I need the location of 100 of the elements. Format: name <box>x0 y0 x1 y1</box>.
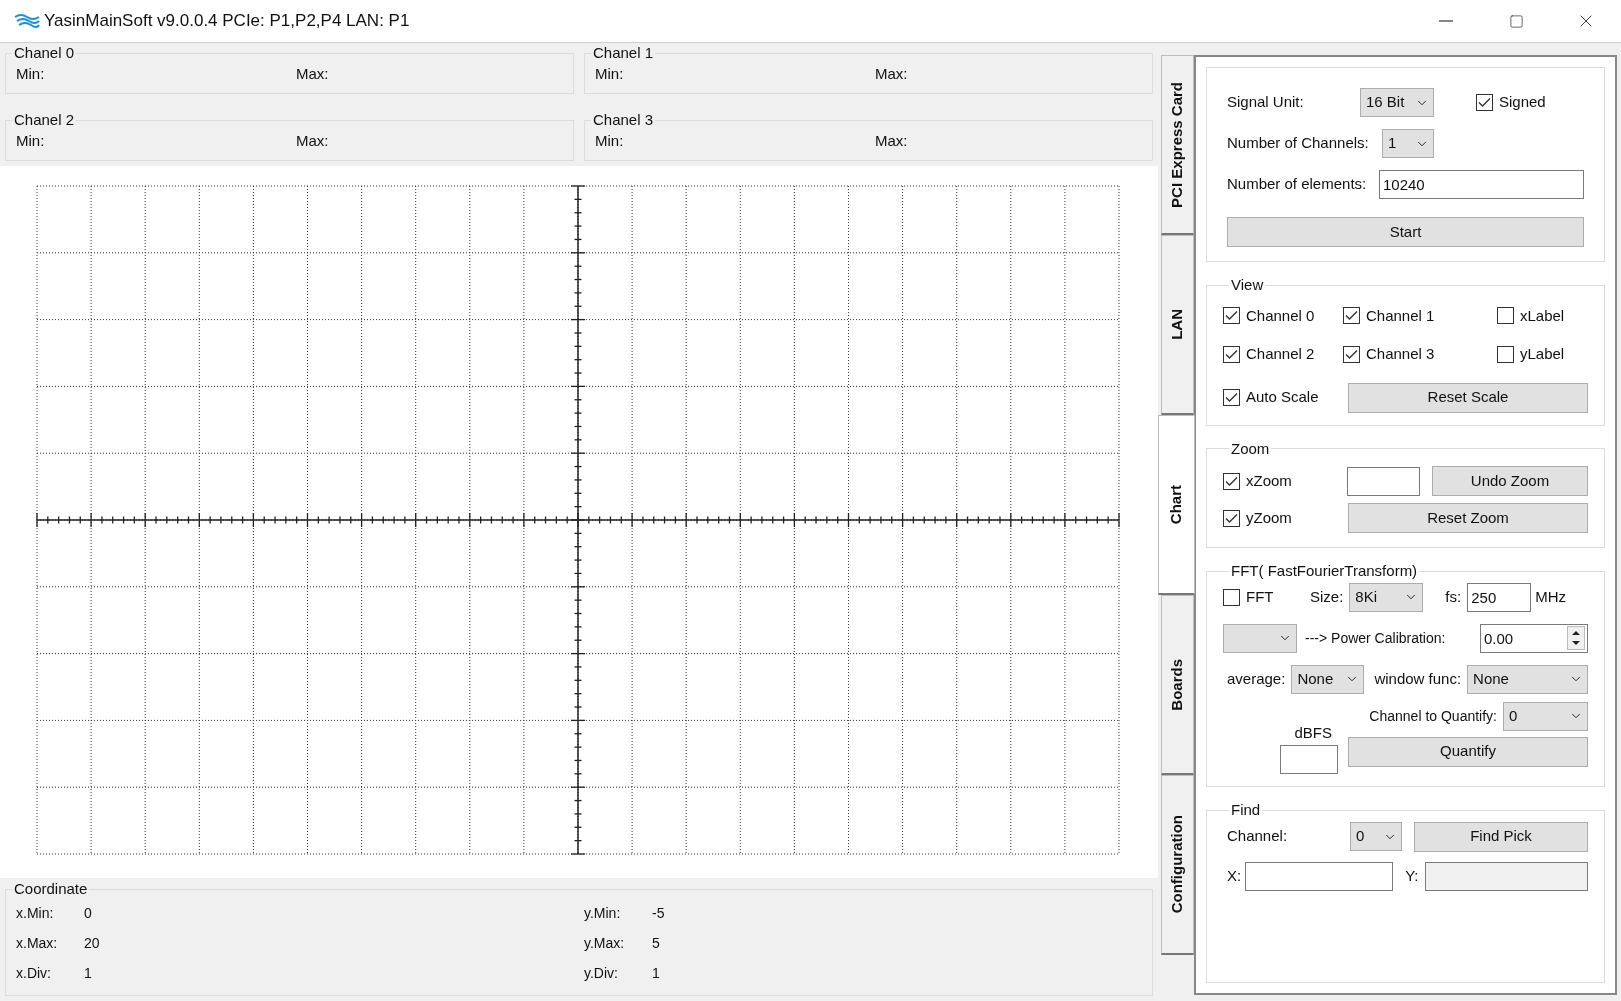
group-title: Chanel 2 <box>13 110 76 130</box>
field-label: fs: <box>1445 586 1462 607</box>
checkbox[interactable] <box>1223 472 1240 490</box>
check-icon <box>1225 348 1238 360</box>
coordinate-value: 20 <box>84 933 100 953</box>
minimize-icon <box>1439 20 1453 22</box>
button[interactable]: Quantify <box>1348 736 1588 767</box>
group-title: Coordinate <box>13 879 89 899</box>
button[interactable]: Reset Zoom <box>1348 503 1588 533</box>
checkbox-label: Channel 1 <box>1366 305 1435 326</box>
button[interactable]: Start <box>1227 217 1584 247</box>
checkbox-label: Signed <box>1499 92 1546 113</box>
checkbox[interactable] <box>1343 345 1360 363</box>
side-tab[interactable]: Chart <box>1158 415 1195 595</box>
checkbox[interactable] <box>1476 94 1493 111</box>
input-field[interactable] <box>1347 466 1420 496</box>
checkbox[interactable] <box>1223 588 1240 606</box>
field-label: Signal Unit: <box>1227 92 1305 113</box>
min-label: Min: <box>595 63 625 84</box>
checkbox-label: FFT <box>1246 586 1274 607</box>
checkbox-label: Auto Scale <box>1246 387 1319 408</box>
side-tab[interactable]: Boards <box>1161 595 1194 775</box>
checkbox[interactable] <box>1497 307 1514 325</box>
input-field[interactable]: 250 <box>1467 582 1532 612</box>
coordinate-label: x.Max: <box>16 933 59 953</box>
coordinate-label: y.Div: <box>584 963 619 983</box>
button[interactable]: Reset Scale <box>1348 382 1588 413</box>
group-title: Chanel 3 <box>592 110 655 130</box>
button[interactable]: Undo Zoom <box>1432 466 1588 496</box>
checkbox-label: xZoom <box>1246 470 1292 491</box>
group-title: Chanel 0 <box>13 43 76 63</box>
coordinate-value: -5 <box>652 903 665 923</box>
coordinate-label: y.Max: <box>584 933 626 953</box>
checkbox-label: Channel 0 <box>1246 305 1315 326</box>
button[interactable]: Find Pick <box>1414 821 1588 852</box>
group-title: Find <box>1230 800 1262 820</box>
input-field[interactable]: 10240 <box>1379 170 1584 199</box>
side-tab[interactable]: LAN <box>1161 235 1194 415</box>
coordinate-value: 0 <box>84 903 92 923</box>
field-label: Channel to Quantify: <box>1369 706 1497 726</box>
coordinate-label: x.Min: <box>16 903 55 923</box>
check-icon <box>1225 475 1238 487</box>
checkbox[interactable] <box>1223 389 1240 406</box>
dropdown[interactable]: 16 Bit <box>1360 88 1434 117</box>
field-label: X: <box>1227 865 1242 886</box>
coordinate-value: 1 <box>84 963 92 983</box>
input-field[interactable] <box>1245 861 1394 891</box>
coordinate-label: x.Div: <box>16 963 52 983</box>
checkbox[interactable] <box>1223 307 1240 325</box>
field-label: window func: <box>1374 668 1462 689</box>
max-label: Max: <box>296 63 329 84</box>
spin-arrows-icon[interactable] <box>1567 625 1585 650</box>
group-title: View <box>1230 275 1265 295</box>
min-label: Min: <box>16 63 46 84</box>
check-icon <box>1345 310 1358 322</box>
check-icon <box>1345 348 1358 360</box>
group-title: Zoom <box>1230 438 1271 459</box>
dropdown[interactable]: 0 <box>1350 822 1402 851</box>
group-title: Chanel 1 <box>592 43 655 63</box>
field-label: average: <box>1227 668 1286 689</box>
coordinate-value: 1 <box>652 963 660 983</box>
checkbox-label: Channel 2 <box>1246 344 1315 364</box>
field-label: Number of elements: <box>1227 174 1368 195</box>
min-label: Min: <box>595 130 625 151</box>
checkbox[interactable] <box>1223 509 1240 527</box>
field-label: ---> Power Calibration: <box>1305 628 1446 648</box>
dropdown[interactable]: 8Ki <box>1349 582 1424 612</box>
checkbox[interactable] <box>1497 345 1514 363</box>
checkbox-label: yZoom <box>1246 507 1292 528</box>
field-label: Number of Channels: <box>1227 133 1370 154</box>
checkbox-label: xLabel <box>1520 305 1565 326</box>
group-title: FFT( FastFourierTransform) <box>1230 561 1419 581</box>
side-tab[interactable]: PCI Express Card <box>1161 55 1194 235</box>
unit-label: MHz <box>1535 586 1567 607</box>
dropdown[interactable]: None <box>1467 664 1588 694</box>
check-icon <box>1225 392 1238 403</box>
max-label: Max: <box>875 63 908 84</box>
check-icon <box>1225 310 1238 322</box>
app-logo-icon <box>14 13 40 29</box>
dropdown[interactable]: None <box>1291 664 1365 694</box>
checkbox[interactable] <box>1223 345 1240 363</box>
window-title: YasinMainSoft v9.0.0.4 PCIe: P1,P2,P4 LAN: P1 <box>44 10 410 33</box>
checkbox[interactable] <box>1343 307 1360 325</box>
dropdown[interactable]: 1 <box>1382 129 1434 158</box>
field-label: Size: <box>1310 586 1344 607</box>
coordinate-label: y.Min: <box>584 903 622 923</box>
max-label: Max: <box>296 130 329 151</box>
maximize-icon <box>1508 13 1524 29</box>
checkbox-label: yLabel <box>1520 344 1565 364</box>
field-label: dBFS <box>1294 722 1332 743</box>
side-tab[interactable]: Configuration <box>1161 775 1194 955</box>
max-label: Max: <box>875 130 908 151</box>
min-label: Min: <box>16 130 46 151</box>
check-icon <box>1478 97 1491 108</box>
field-label: Y: <box>1405 865 1419 886</box>
input-field[interactable] <box>1280 745 1338 774</box>
dropdown[interactable]: 0 <box>1503 701 1588 731</box>
checkbox-label: Channel 3 <box>1366 344 1435 364</box>
coordinate-value: 5 <box>652 933 660 953</box>
check-icon <box>1225 512 1238 524</box>
